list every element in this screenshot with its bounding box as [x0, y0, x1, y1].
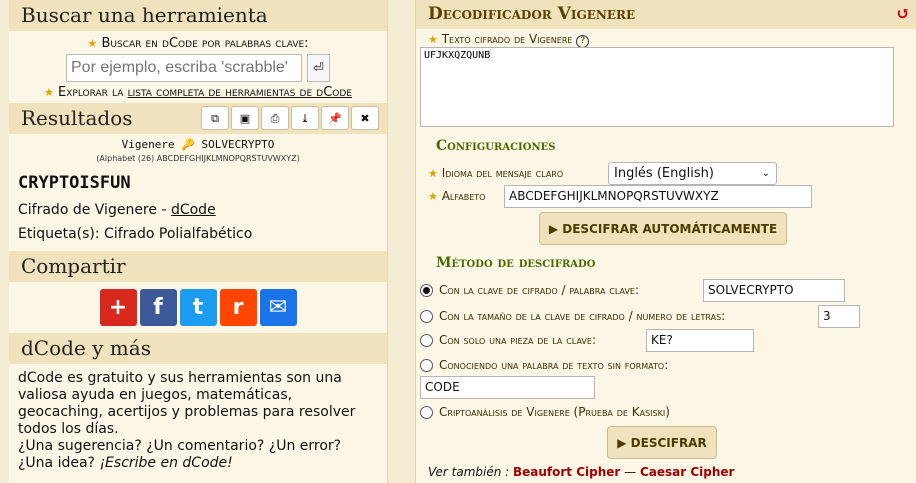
- option-length-input[interactable]: 3: [818, 305, 860, 328]
- decoder-header: Decodificador Vigenere ↺: [416, 0, 916, 29]
- see-also-prefix: Ver también :: [428, 465, 513, 479]
- option-piece-radio[interactable]: [420, 333, 433, 347]
- result-plaintext[interactable]: CRYPTOISFUN: [18, 173, 378, 193]
- result-tags: Etiqueta(s): Cifrado Polialfabético: [18, 226, 253, 242]
- ciphertext-input[interactable]: [420, 47, 894, 127]
- settings-title: Configuraciones: [436, 138, 556, 154]
- alphabet-label-row: ★ Alfabeto: [428, 189, 485, 203]
- dcode-link[interactable]: dCode: [171, 202, 216, 218]
- results-header: Resultados ⧉ ▣ ⎙ ⤓ 📌 ✖: [9, 103, 387, 134]
- close-icon[interactable]: ✖: [351, 106, 379, 130]
- search-submit-button[interactable]: ⏎: [307, 54, 330, 82]
- language-select[interactable]: Inglés (English) ⌄: [608, 162, 777, 185]
- explore-prefix: Explorar la: [58, 85, 128, 100]
- search-label-row: ★ Buscar en dCode por palabras clave:: [9, 36, 387, 51]
- right-panel: Decodificador Vigenere ↺ ★ Texto cifrado…: [415, 0, 916, 483]
- result-cipher-line: Cifrado de Vigenere - dCode: [18, 202, 378, 218]
- option-key-radio[interactable]: [420, 283, 433, 297]
- cipher-text-prefix: Cifrado de Vigenere -: [18, 202, 171, 218]
- search-label: Buscar en dCode por palabras clave:: [101, 36, 309, 51]
- option-plain-radio[interactable]: [420, 358, 433, 372]
- option-kasiski-row: Criptoanálisis de Vigenere (Prueba de Ka…: [420, 405, 670, 419]
- download-icon[interactable]: ⤓: [291, 106, 319, 130]
- results-box: Vigenere 🔑 SOLVECRYPTO (Alphabet (26) AB…: [9, 138, 387, 242]
- method-title: Método de descifrado: [436, 255, 596, 271]
- copy-icon[interactable]: ⧉: [201, 106, 229, 130]
- cipher-label: Texto cifrado de Vigenere: [441, 32, 573, 46]
- star-icon: ★: [428, 33, 438, 46]
- option-length-row: Con la tamaño de la clave de cifrado / n…: [420, 309, 725, 323]
- plus-share-icon[interactable]: +: [99, 289, 137, 326]
- option-plain-label: Conociendo una palabra de texto sin form…: [439, 358, 669, 372]
- about-paragraph: dCode es gratuito y sus herramientas son…: [18, 370, 356, 437]
- results-toolbar: ⧉ ▣ ⎙ ⤓ 📌 ✖: [201, 106, 379, 130]
- decoder-title: Decodificador Vigenere: [428, 4, 636, 24]
- copy-all-icon[interactable]: ▣: [231, 106, 259, 130]
- star-icon: ★: [428, 190, 438, 203]
- option-piece-input[interactable]: KE?: [646, 329, 754, 352]
- option-kasiski-label: Criptoanálisis de Vigenere (Prueba de Ka…: [439, 405, 670, 419]
- beaufort-link[interactable]: Beaufort Cipher: [513, 465, 620, 479]
- search-section-title: Buscar una herramienta: [9, 0, 387, 31]
- decrypt-button[interactable]: ▶ DESCIFRAR: [607, 426, 717, 459]
- option-length-radio[interactable]: [420, 309, 433, 323]
- write-dcode-link[interactable]: ¡Escribe en dCode!: [99, 455, 232, 471]
- reset-icon[interactable]: ↺: [896, 0, 910, 29]
- pin-icon[interactable]: 📌: [321, 106, 349, 130]
- reddit-icon[interactable]: r: [219, 289, 257, 326]
- alphabet-label: Alfabeto: [441, 189, 486, 203]
- result-alphabet: (Alphabet (26) ABCDEFGHIJKLMNOPQRSTUVWXY…: [96, 154, 300, 163]
- explore-tools-link[interactable]: lista completa de herramientas de dCode: [128, 85, 352, 100]
- star-icon: ★: [428, 167, 438, 180]
- search-row: ⏎: [9, 54, 387, 82]
- language-value: Inglés (English): [614, 166, 714, 181]
- option-piece-label: Con solo una pieza de la clave:: [439, 333, 596, 347]
- option-kasiski-radio[interactable]: [420, 405, 433, 419]
- facebook-icon[interactable]: f: [139, 289, 177, 326]
- chevron-down-icon: ⌄: [761, 168, 770, 179]
- email-icon[interactable]: ✉: [259, 289, 297, 326]
- print-icon[interactable]: ⎙: [261, 106, 289, 130]
- star-icon: ★: [87, 37, 98, 50]
- option-key-input[interactable]: SOLVECRYPTO: [703, 279, 845, 302]
- see-also-row: Ver también : Beaufort Cipher — Caesar C…: [428, 465, 734, 479]
- option-length-label: Con la tamaño de la clave de cifrado / n…: [439, 309, 726, 323]
- option-plain-row: Conociendo una palabra de texto sin form…: [420, 358, 668, 372]
- search-input[interactable]: [66, 54, 302, 82]
- result-summary: Vigenere 🔑 SOLVECRYPTO: [121, 138, 275, 151]
- option-key-row: Con la clave de cifrado / palabra clave:: [420, 283, 639, 297]
- option-key-label: Con la clave de cifrado / palabra clave:: [439, 283, 640, 297]
- cipher-label-row: ★ Texto cifrado de Vigenere ?: [428, 32, 590, 48]
- alphabet-input[interactable]: ABCDEFGHIJKLMNOPQRSTUVWXYZ: [504, 185, 812, 208]
- star-icon: ★: [44, 86, 54, 99]
- language-label: Idioma del mensaje claro: [441, 166, 564, 180]
- left-panel: Buscar una herramienta ★ Buscar en dCode…: [9, 0, 388, 483]
- option-piece-row: Con solo una pieza de la clave:: [420, 333, 596, 347]
- language-label-row: ★ Idioma del mensaje claro: [428, 166, 563, 180]
- about-text: dCode es gratuito y sus herramientas son…: [9, 364, 387, 472]
- option-plain-input[interactable]: CODE: [420, 376, 595, 399]
- caesar-link[interactable]: Caesar Cipher: [640, 465, 735, 479]
- explore-row: ★ Explorar la lista completa de herramie…: [9, 85, 387, 100]
- auto-decrypt-button[interactable]: ▶ DESCIFRAR AUTOMÁTICAMENTE: [539, 212, 787, 245]
- about-section-title: dCode y más: [9, 333, 387, 364]
- twitter-icon[interactable]: t: [179, 289, 217, 326]
- see-also-separator: —: [620, 465, 640, 479]
- results-title: Resultados: [21, 106, 133, 130]
- share-buttons: + f t r ✉: [9, 289, 387, 326]
- share-section-title: Compartir: [9, 251, 387, 282]
